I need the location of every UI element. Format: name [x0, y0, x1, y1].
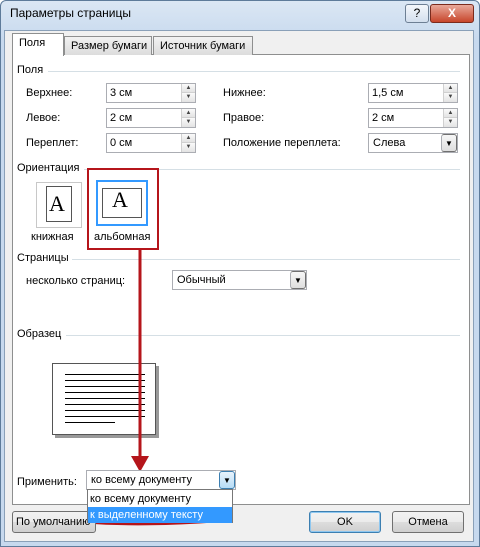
left-margin-spinner[interactable]: 2 см ▲ ▼: [106, 108, 196, 128]
sample-group-label: Образец: [17, 328, 62, 340]
bottom-margin-value: 1,5 см: [372, 87, 404, 99]
apply-to-label: Применить:: [17, 476, 77, 488]
cancel-button[interactable]: Отмена: [392, 511, 464, 533]
spin-down-icon[interactable]: ▼: [444, 93, 457, 102]
spin-up-icon[interactable]: ▲: [444, 109, 457, 118]
left-margin-value: 2 см: [110, 112, 133, 124]
window-title: Параметры страницы: [10, 6, 131, 20]
apply-to-dropdown-list: ко всему документу к выделенному тексту: [87, 489, 233, 523]
multiple-pages-select[interactable]: Обычный ▼: [172, 270, 307, 290]
help-button[interactable]: ?: [405, 4, 429, 23]
preview-line: [65, 422, 115, 423]
chevron-down-icon[interactable]: ▼: [290, 271, 306, 289]
spin-up-icon[interactable]: ▲: [182, 109, 195, 118]
chevron-down-icon[interactable]: ▼: [441, 134, 457, 152]
top-margin-label: Верхнее:: [26, 87, 73, 99]
spin-down-icon[interactable]: ▼: [444, 118, 457, 127]
right-margin-spinner[interactable]: 2 см ▲ ▼: [368, 108, 458, 128]
spin-down-icon[interactable]: ▼: [182, 118, 195, 127]
top-margin-value: 3 см: [110, 87, 133, 99]
tab-paper-size[interactable]: Размер бумаги: [64, 36, 152, 55]
set-as-default-button[interactable]: По умолчанию: [12, 511, 96, 533]
spin-down-icon[interactable]: ▼: [182, 93, 195, 102]
bottom-margin-label: Нижнее:: [223, 87, 266, 99]
margins-group-label: Поля: [17, 64, 44, 76]
portrait-label: книжная: [31, 231, 74, 243]
tab-margins[interactable]: Поля: [12, 33, 64, 56]
bottom-margin-spinner[interactable]: 1,5 см ▲ ▼: [368, 83, 458, 103]
apply-to-value: ко всему документу: [91, 474, 192, 486]
landscape-glyph: A: [112, 187, 128, 212]
annotation-arrow: [131, 248, 149, 472]
right-margin-label: Правое:: [223, 112, 265, 124]
spin-up-icon[interactable]: ▲: [182, 84, 195, 93]
gutter-spinner[interactable]: 0 см ▲ ▼: [106, 133, 196, 153]
right-margin-value: 2 см: [372, 112, 395, 124]
sample-group-divider: [66, 335, 460, 336]
gutter-position-value: Слева: [373, 137, 406, 149]
spin-up-icon[interactable]: ▲: [182, 134, 195, 143]
landscape-option[interactable]: A: [96, 180, 148, 226]
portrait-glyph: A: [49, 191, 65, 216]
gutter-position-label: Положение переплета:: [223, 137, 341, 149]
gutter-value: 0 см: [110, 137, 133, 149]
left-margin-label: Левое:: [26, 112, 61, 124]
pages-group-label: Страницы: [17, 252, 69, 264]
margins-group-divider: [48, 71, 460, 72]
top-margin-spinner[interactable]: 3 см ▲ ▼: [106, 83, 196, 103]
orientation-group-label: Ориентация: [17, 162, 80, 174]
apply-option-whole-document[interactable]: ко всему документу: [88, 491, 232, 507]
chevron-down-icon[interactable]: ▼: [219, 471, 235, 489]
portrait-option[interactable]: A: [36, 182, 82, 228]
gutter-position-select[interactable]: Слева ▼: [368, 133, 458, 153]
apply-option-selected-text[interactable]: к выделенному тексту: [88, 507, 232, 523]
ok-button[interactable]: OK: [309, 511, 381, 533]
spin-up-icon[interactable]: ▲: [444, 84, 457, 93]
multiple-pages-value: Обычный: [177, 274, 226, 286]
gutter-label: Переплет:: [26, 137, 79, 149]
multiple-pages-label: несколько страниц:: [26, 275, 126, 287]
landscape-label: альбомная: [94, 231, 151, 243]
apply-to-select[interactable]: ко всему документу ▼: [86, 470, 236, 490]
close-button[interactable]: X: [430, 4, 474, 23]
tab-paper-source[interactable]: Источник бумаги: [153, 36, 253, 55]
spin-down-icon[interactable]: ▼: [182, 143, 195, 152]
